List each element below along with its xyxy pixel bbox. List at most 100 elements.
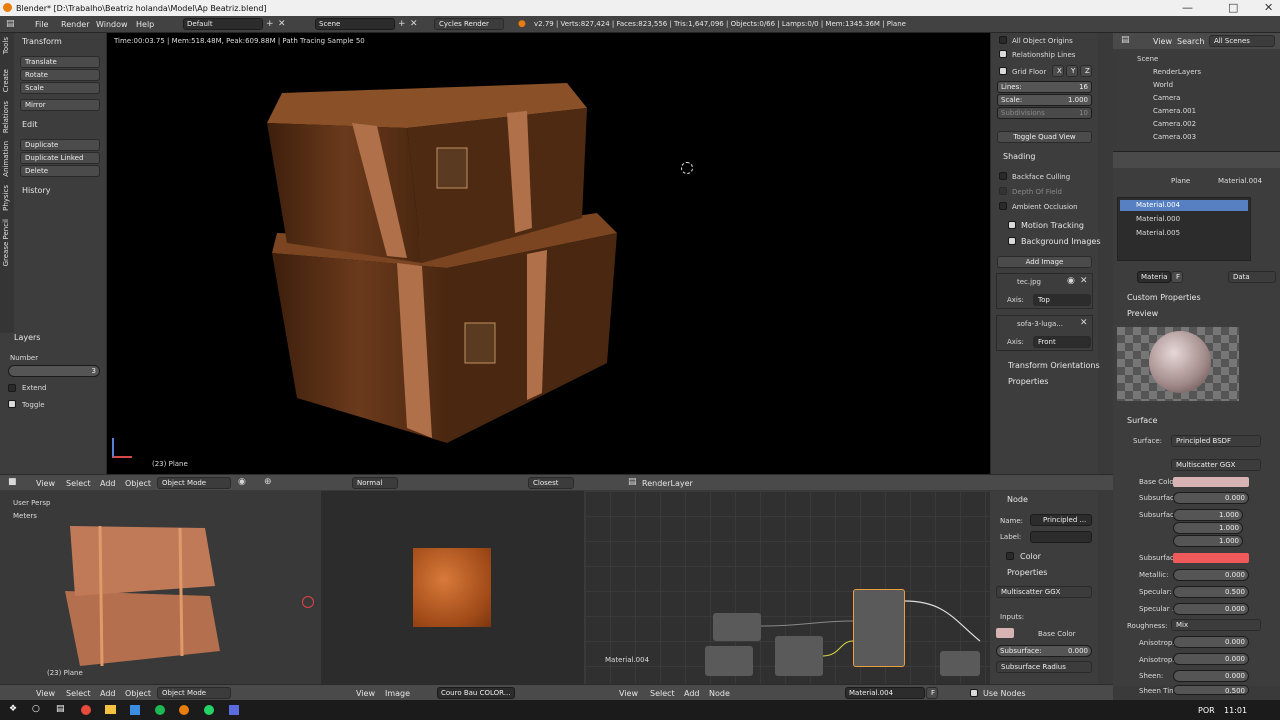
node-properties-header[interactable]: Properties <box>1007 568 1047 577</box>
remove-image-icon[interactable]: ✕ <box>1080 276 1088 286</box>
secondary-view-menu[interactable]: View <box>36 689 55 698</box>
subsurface-radius-y[interactable]: 1.000 <box>1173 522 1243 534</box>
add-image-button[interactable]: Add Image <box>997 256 1092 268</box>
display-mode-dropdown[interactable]: All Scenes <box>1209 35 1275 47</box>
specular-tint-field[interactable]: 0.000 <box>1173 603 1249 615</box>
node-editor[interactable]: Material.004 <box>585 491 990 684</box>
search-icon[interactable]: ○ <box>32 704 40 714</box>
select-menu[interactable]: Select <box>66 479 91 488</box>
secondary-select-menu[interactable]: Select <box>66 689 91 698</box>
history-panel-header[interactable]: History <box>22 186 50 195</box>
pivot-icon[interactable]: ⊕ <box>264 477 272 487</box>
anisotropic-rotation-field[interactable]: 0.000 <box>1173 653 1249 665</box>
outliner-editor-icon[interactable]: ▤ <box>1121 35 1130 45</box>
tab-animation[interactable]: Animation <box>2 141 10 177</box>
app-icon[interactable] <box>229 705 239 715</box>
number-field[interactable]: 3 <box>8 365 100 377</box>
node-panel-header[interactable]: Node <box>1007 495 1028 504</box>
secondary-3d-viewport[interactable]: User Persp Meters (23) Plane <box>0 491 320 684</box>
screen-layout-field[interactable]: Default <box>183 18 263 30</box>
mirror-button[interactable]: Mirror <box>20 99 100 111</box>
window-menu[interactable]: Window <box>96 20 128 29</box>
secondary-add-menu[interactable]: Add <box>100 689 116 698</box>
sheen-field[interactable]: 0.000 <box>1173 670 1249 682</box>
ambient-occlusion-checkbox[interactable] <box>999 202 1007 210</box>
node-label-field[interactable] <box>1030 531 1092 543</box>
node-add-menu[interactable]: Add <box>684 689 700 698</box>
background-image-2-name[interactable]: sofa-3-luga... <box>1017 320 1063 328</box>
grid-scale-field[interactable]: Scale: 1.000 <box>997 94 1092 106</box>
all-object-origins-checkbox[interactable] <box>999 36 1007 44</box>
secondary-mode-dropdown[interactable]: Object Mode <box>157 687 231 699</box>
image-menu[interactable]: Image <box>385 689 410 698</box>
transform-panel-header[interactable]: Transform <box>22 37 62 46</box>
mode-dropdown[interactable]: Object Mode <box>157 477 231 489</box>
outliner-item-camera-003[interactable]: Camera.003 <box>1153 133 1196 141</box>
backface-culling-checkbox[interactable] <box>999 172 1007 180</box>
clock[interactable]: 11:01 <box>1224 706 1247 715</box>
render-menu[interactable]: Render <box>61 20 89 29</box>
depth-of-field-checkbox[interactable] <box>999 187 1007 195</box>
node-material-field[interactable]: Material.004 <box>845 687 925 699</box>
object-menu[interactable]: Object <box>125 479 151 488</box>
file-menu[interactable]: File <box>35 20 48 29</box>
subsurface-radius-x[interactable]: 1.000 <box>1173 509 1243 521</box>
tab-grease-pencil[interactable]: Grease Pencil <box>2 219 10 266</box>
editor-type-icon[interactable]: ■ <box>8 477 17 487</box>
node-subsurface-field[interactable]: Subsurface: 0.000 <box>996 645 1092 657</box>
scale-button[interactable]: Scale <box>20 82 100 94</box>
subsurface-color-swatch[interactable] <box>1173 553 1249 563</box>
relationship-lines-checkbox[interactable] <box>999 50 1007 58</box>
use-nodes-checkbox[interactable] <box>970 689 978 697</box>
outliner-item-camera[interactable]: Camera <box>1153 94 1180 102</box>
outliner-item-camera-002[interactable]: Camera.002 <box>1153 120 1196 128</box>
roughness-node-dropdown[interactable]: Mix <box>1171 619 1261 631</box>
node-base-color-swatch[interactable] <box>996 628 1014 638</box>
shading-icon[interactable]: ◉ <box>238 477 246 487</box>
3d-cursor-icon[interactable] <box>681 162 693 174</box>
remove-layout-icon[interactable]: ✕ <box>278 19 286 29</box>
outliner-view-menu[interactable]: View <box>1153 37 1172 46</box>
layers-panel-header[interactable]: Layers <box>14 333 40 342</box>
add-menu[interactable]: Add <box>100 479 116 488</box>
maximize-icon[interactable]: □ <box>1228 1 1238 14</box>
preview-header[interactable]: Preview <box>1127 309 1158 318</box>
add-scene-icon[interactable]: + <box>398 19 406 29</box>
outliner-item-scene[interactable]: Scene <box>1137 55 1158 63</box>
axis-dropdown-2[interactable]: Front <box>1033 336 1091 348</box>
outliner-search-menu[interactable]: Search <box>1177 37 1204 46</box>
windows-start-icon[interactable]: ❖ <box>9 704 17 714</box>
secondary-object-menu[interactable]: Object <box>125 689 151 698</box>
remove-image-icon[interactable]: ✕ <box>1080 318 1088 328</box>
translate-button[interactable]: Translate <box>20 56 100 68</box>
node-distribution-dropdown[interactable]: Multiscatter GGX <box>996 586 1092 598</box>
file-explorer-icon[interactable] <box>105 705 116 714</box>
toggle-checkbox[interactable] <box>8 400 16 408</box>
node-fake-user-button[interactable]: F <box>926 687 938 699</box>
minimize-icon[interactable]: — <box>1182 1 1193 14</box>
3d-viewport[interactable]: Time:00:03.75 | Mem:518.48M, Peak:609.88… <box>107 33 990 474</box>
edit-panel-header[interactable]: Edit <box>22 120 38 129</box>
background-images-header[interactable]: Background Images <box>1021 237 1101 246</box>
axis-dropdown-1[interactable]: Top <box>1033 294 1091 306</box>
sheen-tint-field[interactable]: 0.500 <box>1173 685 1249 695</box>
grid-x-toggle[interactable]: X <box>1052 65 1064 77</box>
add-layout-icon[interactable]: + <box>266 19 274 29</box>
tab-physics[interactable]: Physics <box>2 185 10 211</box>
duplicate-button[interactable]: Duplicate <box>20 139 100 151</box>
node-name-field[interactable]: Principled ... <box>1030 514 1092 526</box>
node-color-header[interactable]: Color <box>1020 552 1041 561</box>
delete-button[interactable]: Delete <box>20 165 100 177</box>
specular-field[interactable]: 0.500 <box>1173 586 1249 598</box>
grid-z-toggle[interactable]: Z <box>1080 65 1092 77</box>
metallic-field[interactable]: 0.000 <box>1173 569 1249 581</box>
chrome-icon[interactable] <box>81 705 91 715</box>
node-subsurface-radius-dropdown[interactable]: Subsurface Radius <box>996 661 1092 673</box>
outliner-item-camera-001[interactable]: Camera.001 <box>1153 107 1196 115</box>
data-dropdown[interactable]: Data <box>1228 271 1276 283</box>
surface-panel-header[interactable]: Surface <box>1127 416 1157 425</box>
background-image-1-name[interactable]: tec.jpg <box>1017 278 1041 286</box>
image-name-field[interactable]: Couro Bau COLOR... <box>437 687 515 699</box>
grid-subdivisions-field[interactable]: Subdivisions 10 <box>997 107 1092 119</box>
node-menu[interactable]: Node <box>709 689 730 698</box>
